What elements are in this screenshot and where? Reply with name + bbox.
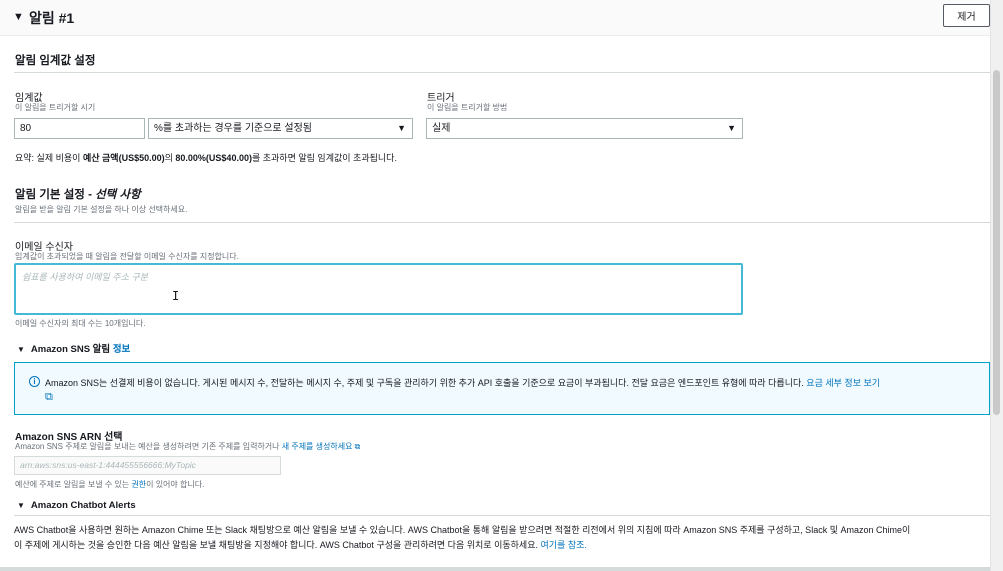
- preferences-title: 알림 기본 설정 - 선택 사항: [15, 189, 141, 201]
- divider: [14, 72, 990, 73]
- external-link-icon[interactable]: ⧉: [355, 442, 361, 451]
- sns-info-text: Amazon SNS는 선결제 비용이 없습니다. 게시된 메시지 수, 전달하…: [45, 378, 881, 388]
- threshold-desc: 이 알림을 트리거할 시기: [15, 103, 96, 112]
- alert-title: 알림 #1: [29, 10, 75, 26]
- email-desc: 임계값이 초과되었을 때 알림을 전달할 이메일 수신자를 지정합니다.: [15, 252, 239, 261]
- divider: [0, 567, 990, 571]
- trigger-value: 실제: [432, 123, 451, 134]
- threshold-summary: 요약: 실제 비용이 예산 금액(US$50.00)의 80.00%(US$40…: [15, 153, 397, 163]
- threshold-input[interactable]: 80: [14, 118, 145, 139]
- permission-link[interactable]: 권한: [131, 480, 146, 489]
- caret-down-icon: ▼: [727, 123, 736, 133]
- threshold-condition-select[interactable]: %를 초과하는 경우를 기준으로 설정됨 ▼: [148, 118, 413, 139]
- scrollbar-thumb[interactable]: [993, 70, 1000, 415]
- caret-down-icon: ▼: [397, 123, 406, 133]
- chatbot-text-line2: 이 주제에 게시하는 것을 승인한 다음 예산 알림을 보낼 채팅방을 지정해야…: [14, 540, 587, 550]
- pricing-link[interactable]: 요금 세부 정보 보기: [806, 378, 880, 388]
- chatbot-text-line1: AWS Chatbot을 사용하면 원하는 Amazon Chime 또는 Sl…: [14, 525, 911, 535]
- threshold-section-title: 알림 임계값 설정: [15, 55, 96, 67]
- caret-down-icon: ▼: [17, 345, 25, 354]
- alert-header[interactable]: ▼ 알림 #1: [0, 0, 990, 36]
- sns-arn-desc: Amazon SNS 주제로 알림을 보내는 예산을 생성하려면 기존 주제를 …: [15, 442, 361, 451]
- alert-panel: ▼ 알림 #1 제거 알림 임계값 설정 임계값 이 알림을 트리거할 시기 8…: [0, 0, 990, 571]
- remove-button[interactable]: 제거: [943, 4, 990, 27]
- sns-info-box: i Amazon SNS는 선결제 비용이 없습니다. 게시된 메시지 수, 전…: [14, 362, 990, 415]
- info-icon: i: [29, 376, 40, 387]
- sns-arn-input[interactable]: arn:aws:sns:us-east-1:444455556666:MyTop…: [14, 456, 281, 475]
- text-cursor-icon: I: [172, 289, 180, 303]
- divider: [14, 222, 990, 223]
- threshold-condition-value: %를 초과하는 경우를 기준으로 설정됨: [154, 123, 313, 134]
- trigger-desc: 이 알림을 트리거할 방법: [427, 103, 508, 112]
- email-recipients-textarea[interactable]: 쉼표를 사용하여 이메일 주소 구분: [14, 263, 743, 315]
- sns-permission-note: 예산에 주제로 알림을 보낼 수 있는 권한이 있어야 합니다.: [15, 480, 205, 489]
- email-constraint: 이메일 수신자의 최대 수는 10개입니다.: [15, 319, 146, 328]
- divider: [14, 515, 990, 516]
- sns-section-toggle[interactable]: ▼ Amazon SNS 알림 정보: [17, 341, 130, 355]
- chatbot-section-toggle[interactable]: ▼ Amazon Chatbot Alerts: [17, 500, 136, 511]
- create-topic-link[interactable]: 새 주제를 생성하세요: [282, 442, 353, 451]
- caret-down-icon: ▼: [17, 501, 25, 510]
- collapse-caret-icon[interactable]: ▼: [13, 11, 24, 23]
- trigger-select[interactable]: 실제 ▼: [426, 118, 743, 139]
- preferences-desc: 알림을 받을 알림 기본 설정을 하나 이상 선택하세요.: [15, 205, 188, 214]
- info-link[interactable]: 정보: [113, 344, 130, 355]
- chatbot-reference-link[interactable]: 여기를 참조.: [540, 540, 586, 550]
- external-link-icon[interactable]: ⧉: [45, 391, 53, 404]
